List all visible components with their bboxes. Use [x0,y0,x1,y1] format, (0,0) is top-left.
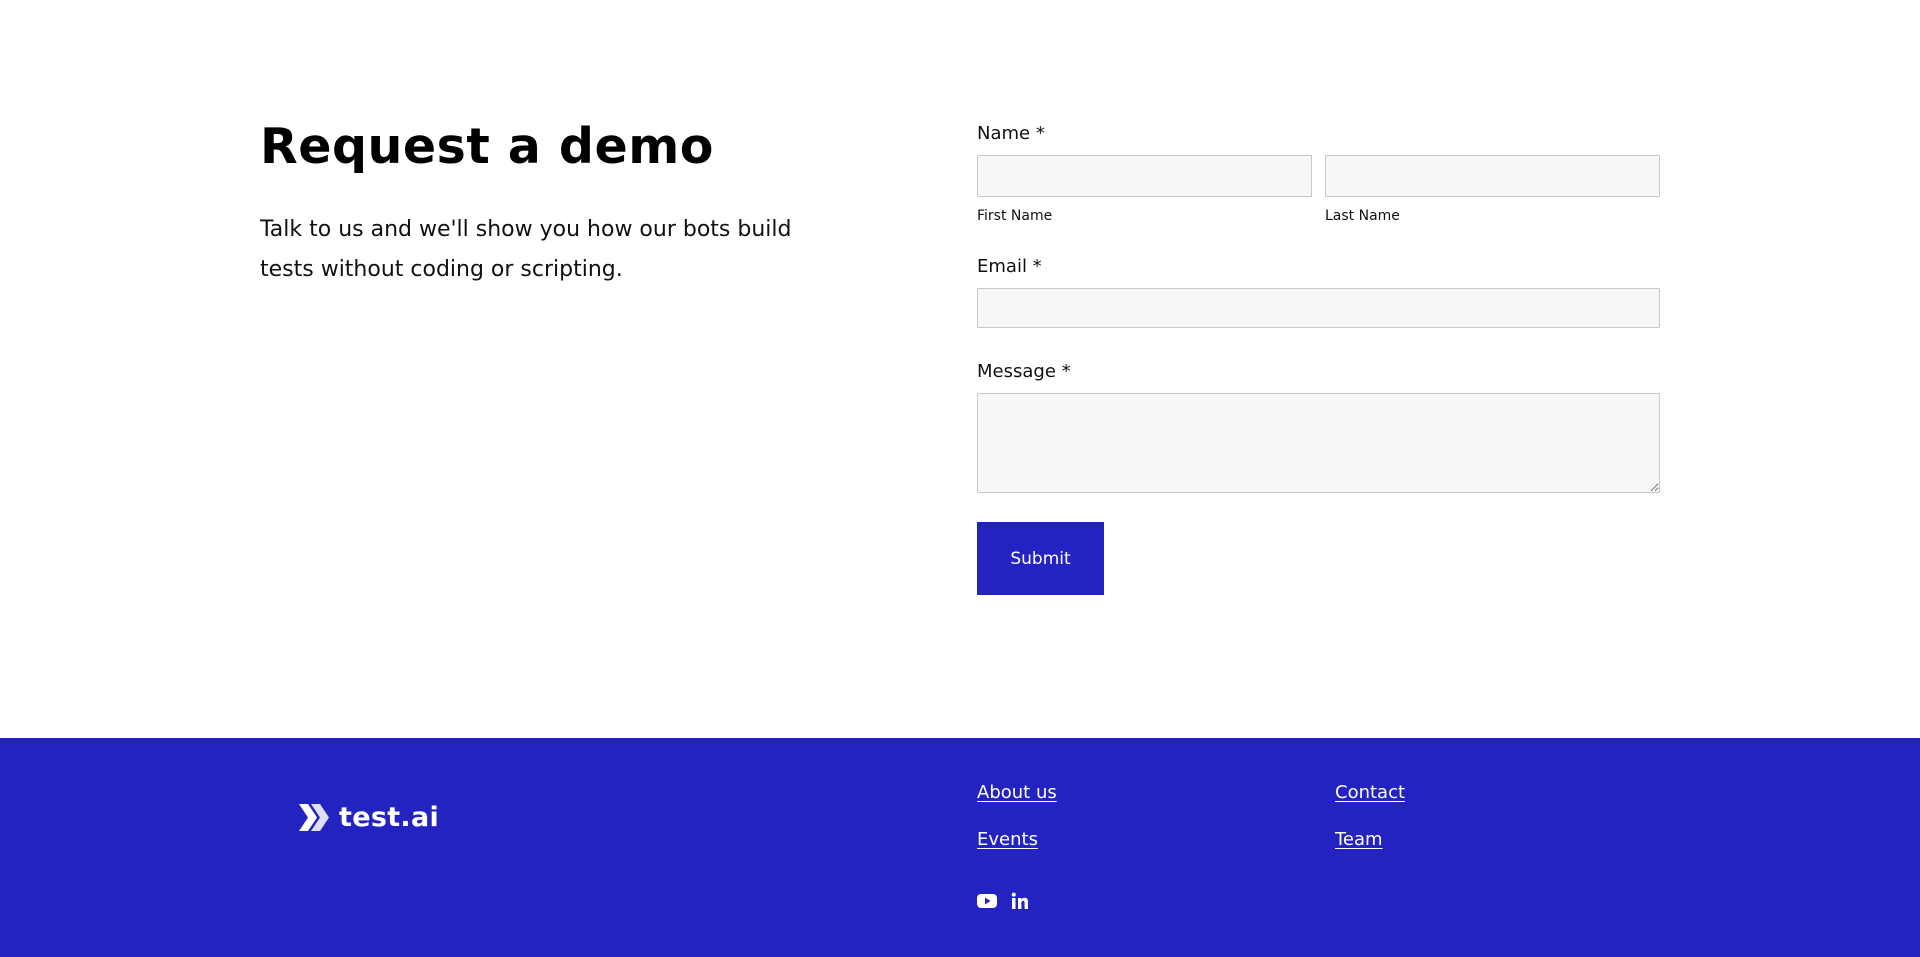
first-name-input[interactable] [977,155,1312,197]
demo-request-page: Request a demo Talk to us and we'll show… [0,0,1920,957]
first-name-sublabel: First Name [977,208,1053,224]
youtube-link[interactable] [977,893,997,909]
submit-button[interactable]: Submit [977,522,1104,595]
brand-logo[interactable]: test.ai [298,802,439,833]
footer-link-contact[interactable]: Contact [1335,781,1405,805]
message-textarea[interactable] [977,393,1660,493]
linkedin-link[interactable] [1011,892,1029,910]
intro-description: Talk to us and we'll show you how our bo… [260,217,792,282]
youtube-icon [977,894,997,908]
footer-link-about[interactable]: About us [977,781,1057,805]
linkedin-icon [1011,892,1028,909]
logo-text: test.ai [339,802,440,833]
last-name-input[interactable] [1325,155,1660,197]
message-label: Message * [977,361,1071,382]
email-field[interactable] [977,288,1660,328]
footer-link-events[interactable]: Events [977,828,1038,852]
page-title: Request a demo [260,118,714,175]
logo-chevrons-icon [299,804,329,831]
last-name-sublabel: Last Name [1325,208,1400,224]
social-links [977,892,1029,910]
name-label: Name * [977,123,1045,144]
email-label: Email * [977,256,1042,277]
footer-link-team[interactable]: Team [1335,828,1383,852]
site-footer: test.ai About us Contact Events Team [0,738,1920,957]
